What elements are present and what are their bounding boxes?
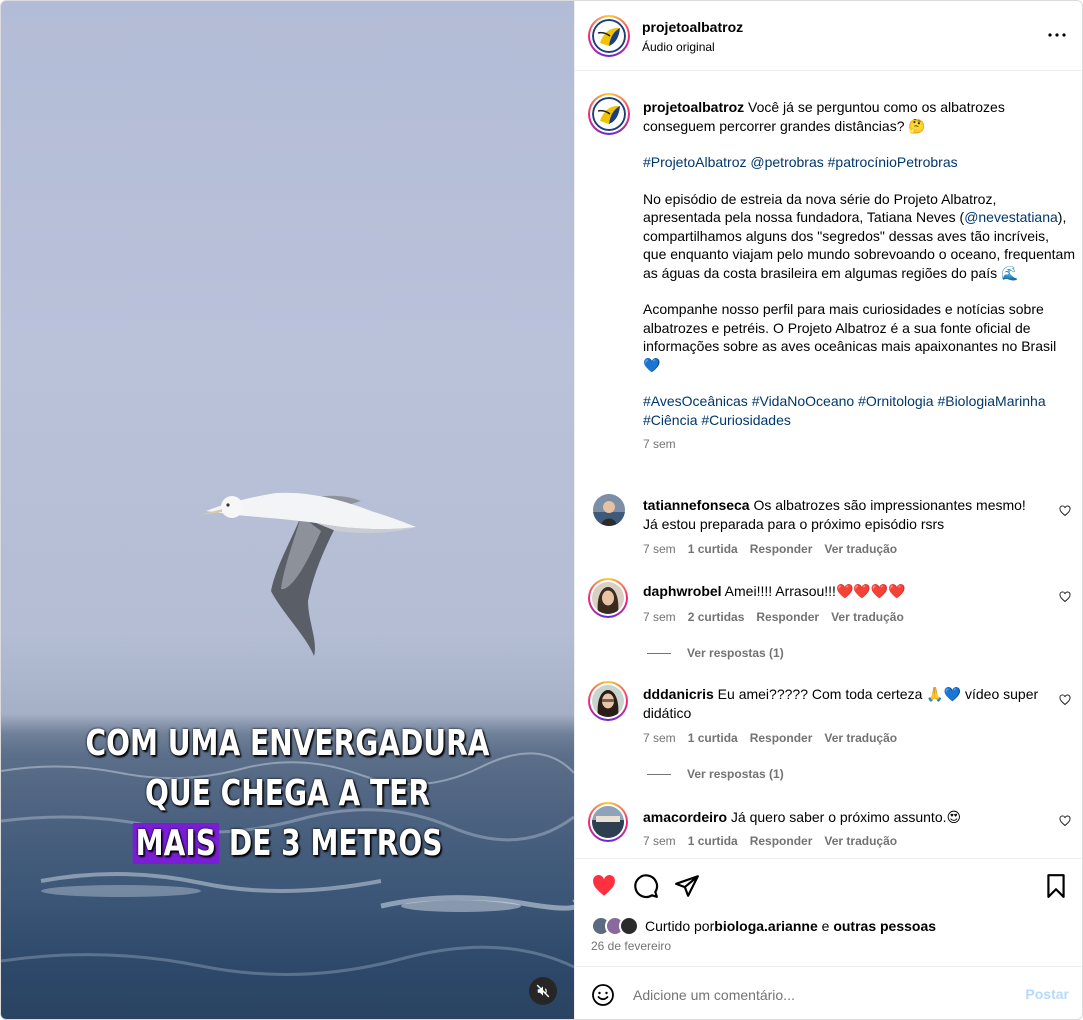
post-caption: projetoalbatroz Você já se perguntou com…	[643, 98, 1075, 454]
caption-tags-2[interactable]: #AvesOceânicas #VidaNoOceano #Ornitologi…	[643, 392, 1075, 429]
comment-username[interactable]: dddanicris	[643, 686, 714, 702]
heart-outline-icon[interactable]	[1059, 694, 1071, 706]
caption-tags-1[interactable]: #ProjetoAlbatroz @petrobras #patrocínioP…	[643, 153, 1075, 172]
comment-username[interactable]: amacordeiro	[643, 809, 727, 825]
caption-para2-a: No episódio de estreia da nova série do …	[643, 190, 997, 226]
comment-text: Amei!!!! Arrasou!!!❤️❤️❤️❤️	[721, 583, 906, 599]
header-avatar[interactable]	[588, 15, 630, 57]
liked-by-prefix: Curtido por	[645, 918, 715, 934]
heart-outline-icon[interactable]	[1059, 815, 1071, 827]
video-player[interactable]: COM UMA ENVERGADURA QUE CHEGA A TER MAIS…	[1, 1, 574, 1019]
comment-meta: 7 sem 1 curtida Responder Ver tradução	[643, 731, 909, 745]
caption-avatar[interactable]	[588, 93, 630, 135]
more-horizontal-icon[interactable]	[1045, 23, 1069, 47]
comment-composer: Postar	[575, 966, 1082, 1019]
replies-divider	[647, 652, 671, 654]
reply-button[interactable]: Responder	[756, 610, 819, 624]
heart-outline-icon[interactable]	[1059, 505, 1071, 517]
liker-avatars[interactable]	[591, 916, 639, 936]
caption-time[interactable]: 7 sem	[643, 435, 1075, 454]
comment-icon[interactable]	[633, 873, 659, 899]
translate-button[interactable]: Ver tradução	[824, 834, 897, 848]
comment-username[interactable]: tatiannefonseca	[643, 497, 750, 513]
comment-likes[interactable]: 1 curtida	[688, 731, 738, 745]
comment-input[interactable]	[633, 983, 1003, 1007]
post-dialog: COM UMA ENVERGADURA QUE CHEGA A TER MAIS…	[0, 0, 1083, 1020]
comment-likes[interactable]: 1 curtida	[688, 834, 738, 848]
comment-meta: 7 sem 2 curtidas Responder Ver tradução	[643, 610, 916, 624]
caption-para3: Acompanhe nosso perfil para mais curiosi…	[643, 301, 1057, 373]
video-caption-line-2: QUE CHEGA A TER	[145, 773, 430, 814]
translate-button[interactable]: Ver tradução	[824, 731, 897, 745]
reply-button[interactable]: Responder	[750, 834, 813, 848]
emoji-icon[interactable]	[591, 983, 615, 1007]
bookmark-icon[interactable]	[1043, 873, 1069, 899]
comment-time[interactable]: 7 sem	[643, 834, 676, 848]
avatar[interactable]	[588, 802, 628, 842]
view-replies-label: Ver respostas (1)	[687, 646, 784, 660]
view-replies-button[interactable]: Ver respostas (1)	[647, 646, 784, 660]
comment-text: Já quero saber o próximo assunto.😍	[727, 809, 962, 825]
comment-likes[interactable]: 2 curtidas	[688, 610, 745, 624]
comment-time[interactable]: 7 sem	[643, 610, 676, 624]
heart-filled-icon[interactable]	[591, 873, 617, 899]
speaker-muted-icon	[536, 984, 550, 998]
send-icon[interactable]	[674, 873, 700, 899]
avatar[interactable]	[593, 494, 625, 526]
heart-outline-icon[interactable]	[1059, 591, 1071, 603]
post-comment-button[interactable]: Postar	[1025, 986, 1069, 1002]
view-replies-label: Ver respostas (1)	[687, 767, 784, 781]
reply-button[interactable]: Responder	[750, 542, 813, 556]
mute-button[interactable]	[529, 977, 557, 1005]
replies-divider	[647, 773, 671, 775]
video-caption-line-3: MAIS DE 3 METROS	[64, 823, 511, 864]
likes-summary: Curtido por biologa.arianne e outras pes…	[591, 916, 936, 936]
translate-button[interactable]: Ver tradução	[831, 610, 904, 624]
video-caption-line-1: COM UMA ENVERGADURA	[85, 723, 490, 764]
comment-username[interactable]: daphwrobel	[643, 583, 722, 599]
albatroz-logo-icon	[592, 19, 626, 53]
post-header: projetoalbatroz Áudio original	[575, 1, 1082, 71]
header-username[interactable]: projetoalbatroz	[642, 19, 743, 35]
comment-meta: 7 sem 1 curtida Responder Ver tradução	[643, 542, 909, 556]
video-caption-line-3-rest: DE 3 METROS	[219, 823, 443, 864]
translate-button[interactable]: Ver tradução	[824, 542, 897, 556]
action-bar: Curtido por biologa.arianne e outras pes…	[575, 858, 1082, 966]
comment-meta: 7 sem 1 curtida Responder Ver tradução	[643, 834, 909, 848]
liked-by-others[interactable]: outras pessoas	[833, 918, 936, 934]
post-side-panel: projetoalbatroz Áudio original projetoal…	[574, 1, 1082, 1019]
avatar[interactable]	[588, 578, 628, 618]
view-replies-button[interactable]: Ver respostas (1)	[647, 767, 784, 781]
liker-avatar	[619, 916, 639, 936]
video-caption-highlight: MAIS	[132, 823, 220, 864]
liked-by-user[interactable]: biologa.arianne	[714, 918, 817, 934]
avatar[interactable]	[588, 681, 628, 721]
comment-time[interactable]: 7 sem	[643, 731, 676, 745]
comment-likes[interactable]: 1 curtida	[688, 542, 738, 556]
caption-username[interactable]: projetoalbatroz	[643, 99, 744, 115]
albatross-image	[200, 492, 416, 656]
reply-button[interactable]: Responder	[750, 731, 813, 745]
header-audio-label[interactable]: Áudio original	[642, 40, 715, 54]
liked-by-mid: e	[817, 918, 834, 934]
comments-scroll-area[interactable]: projetoalbatroz Você já se perguntou com…	[575, 72, 1082, 858]
comment-time[interactable]: 7 sem	[643, 542, 676, 556]
post-date[interactable]: 26 de fevereiro	[591, 939, 671, 953]
mention-link[interactable]: @nevestatiana	[964, 209, 1058, 225]
albatroz-logo-icon	[592, 97, 626, 131]
